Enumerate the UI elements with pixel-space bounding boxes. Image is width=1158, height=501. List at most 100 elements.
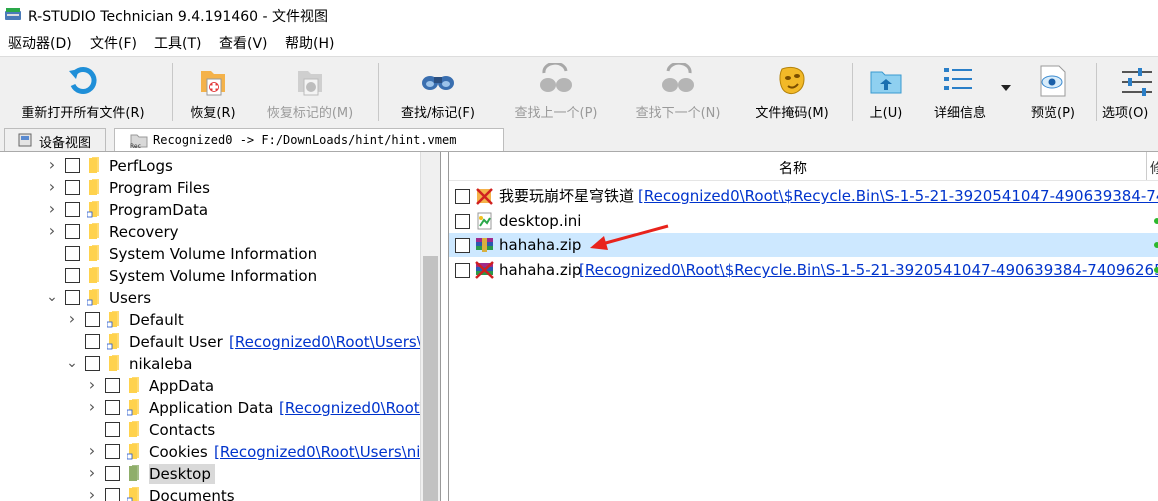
tree-item[interactable]: › AppData (0, 375, 420, 397)
file-checkbox[interactable] (455, 238, 470, 253)
tree-item-label: Default (129, 311, 184, 329)
collapse-chevron-icon[interactable]: ⌄ (66, 356, 78, 370)
tree-item-path-link[interactable]: [Recognized0\Root\Users\nik (214, 442, 429, 462)
tree-item-label: Application Data (149, 399, 274, 417)
tree-checkbox[interactable] (105, 466, 120, 481)
find-mark-button[interactable]: 查找/标记(F) (386, 57, 490, 125)
tree-item[interactable]: › Default (0, 309, 420, 331)
tree-item[interactable]: › Program Files (0, 177, 420, 199)
tree-checkbox[interactable] (105, 400, 120, 415)
expand-chevron-icon[interactable]: › (86, 399, 98, 415)
expand-chevron-icon[interactable]: › (46, 179, 58, 195)
tree-checkbox[interactable] (65, 202, 80, 217)
toolbar: 重新打开所有文件(R) 恢复(R) 恢复标记的(M) 查找/标记(F) 查找上一… (0, 56, 1158, 128)
tree-item[interactable]: ⌄ nikaleba (0, 353, 420, 375)
expand-chevron-icon[interactable]: › (46, 201, 58, 217)
options-button[interactable]: 选项(O) (1102, 57, 1158, 125)
tree-checkbox[interactable] (105, 422, 120, 437)
tree-item[interactable]: ⌄ Users (0, 287, 420, 309)
tree-checkbox[interactable] (65, 246, 80, 261)
collapse-chevron-icon[interactable]: ⌄ (46, 290, 58, 304)
recover-marked-icon (298, 71, 322, 96)
tree-item[interactable]: › Application Data [Recognized0\Root\ (0, 397, 425, 419)
r-studio-app-icon (5, 8, 21, 20)
file-row-selected[interactable]: hahaha.zip (449, 233, 1158, 257)
column-divider[interactable] (1146, 152, 1147, 180)
expand-chevron-icon[interactable]: › (86, 487, 98, 501)
tree-item-label: System Volume Information (109, 245, 318, 263)
tree-item[interactable]: System Volume Information (0, 243, 420, 265)
tree-checkbox[interactable] (65, 268, 80, 283)
expand-chevron-icon[interactable]: › (86, 377, 98, 393)
details-dropdown-button[interactable] (998, 57, 1016, 125)
menu-file[interactable]: 文件(F) (90, 33, 137, 53)
tree-checkbox[interactable] (85, 334, 100, 349)
expand-chevron-icon[interactable]: › (46, 223, 58, 239)
tree-checkbox[interactable] (85, 356, 100, 371)
file-checkbox[interactable] (455, 189, 470, 204)
expand-chevron-icon[interactable]: › (86, 465, 98, 481)
tree-checkbox[interactable] (65, 158, 80, 173)
refresh-icon (69, 67, 97, 94)
tree-item-label: AppData (149, 377, 215, 395)
tree-item[interactable]: › ProgramData (0, 199, 420, 221)
column-header-name[interactable]: 名称 (779, 158, 807, 178)
tree-item-label: nikaleba (129, 355, 193, 373)
tree-checkbox[interactable] (105, 444, 120, 459)
menu-drive[interactable]: 驱动器(D) (8, 33, 72, 53)
tab-device-view[interactable]: 设备视图 (4, 128, 106, 151)
tree-checkbox[interactable] (65, 224, 80, 239)
recover-marked-button[interactable]: 恢复标记的(M) (256, 57, 364, 125)
find-previous-icon (540, 63, 572, 92)
tree-item-path-link[interactable]: [Recognized0\Root\ (279, 398, 425, 418)
scrollbar-thumb[interactable] (423, 256, 438, 501)
details-button[interactable]: 详细信息 (920, 57, 1000, 125)
tree-checkbox[interactable] (65, 290, 80, 305)
file-row[interactable]: hahaha.zip [Recognized0\Root\$Recycle.Bi… (449, 258, 1158, 282)
folder-tree-pane: › PerfLogs › Program Files › ProgramData › Reco… (0, 152, 441, 501)
toolbar-separator (1096, 63, 1097, 121)
up-button[interactable]: 上(U) (860, 57, 912, 125)
expand-chevron-icon[interactable]: › (86, 443, 98, 459)
tree-item[interactable]: Contacts (0, 419, 420, 441)
folder-shortcut-icon (127, 443, 139, 460)
file-path-link[interactable]: [Recognized0\Root\$Recycle.Bin\S-1-5-21-… (579, 260, 1158, 280)
file-checkbox[interactable] (455, 214, 470, 229)
file-checkbox[interactable] (455, 263, 470, 278)
tree-item-path-link[interactable]: [Recognized0\Root\Users\D (229, 332, 433, 352)
menu-help[interactable]: 帮助(H) (285, 33, 334, 53)
file-path-link[interactable]: [Recognized0\Root\$Recycle.Bin\S-1-5-21-… (638, 186, 1158, 206)
tab-recognized-file[interactable]: Rec Recognized0 -> F:/DownLoads/hint/hin… (114, 128, 504, 151)
file-row[interactable]: 我要玩崩坏星穹铁道 [Recognized0\Root\$Recycle.Bin… (449, 184, 1158, 208)
expand-chevron-icon[interactable]: › (46, 157, 58, 173)
menu-view[interactable]: 查看(V) (219, 33, 268, 53)
find-next-button[interactable]: 查找下一个(N) (622, 57, 734, 125)
file-mask-button[interactable]: 文件掩码(M) (746, 57, 838, 125)
tree-item[interactable]: › Desktop (0, 463, 420, 485)
tree-item[interactable]: › Cookies [Recognized0\Root\Users\nik (0, 441, 429, 463)
tree-vertical-scrollbar[interactable] (420, 152, 440, 501)
tree-item[interactable]: Default User [Recognized0\Root\Users\D (0, 331, 433, 353)
expand-chevron-icon[interactable]: › (66, 311, 78, 327)
tree-checkbox[interactable] (105, 378, 120, 393)
recover-button[interactable]: 恢复(R) (180, 57, 246, 125)
tree-item[interactable]: › PerfLogs (0, 155, 420, 177)
tree-checkbox[interactable] (65, 180, 80, 195)
zip-archive-icon (476, 238, 493, 252)
tree-item-label: PerfLogs (109, 157, 173, 175)
menu-tools[interactable]: 工具(T) (154, 33, 201, 53)
tree-item[interactable]: System Volume Information (0, 265, 420, 287)
tree-checkbox[interactable] (105, 488, 120, 501)
tree-item-label: Cookies (149, 443, 208, 461)
find-previous-button[interactable]: 查找上一个(P) (500, 57, 612, 125)
file-row[interactable]: desktop.ini (449, 209, 1158, 233)
toolbar-separator (172, 63, 173, 121)
tree-checkbox[interactable] (85, 312, 100, 327)
folder-shortcut-icon (87, 289, 99, 306)
preview-button[interactable]: 预览(P) (1018, 57, 1088, 125)
folder-shortcut-icon (127, 487, 139, 501)
tree-item[interactable]: › Documents (0, 485, 420, 501)
reopen-all-files-button[interactable]: 重新打开所有文件(R) (8, 57, 158, 125)
tree-item[interactable]: › Recovery (0, 221, 420, 243)
column-header-modified[interactable]: 修 (1150, 158, 1158, 178)
